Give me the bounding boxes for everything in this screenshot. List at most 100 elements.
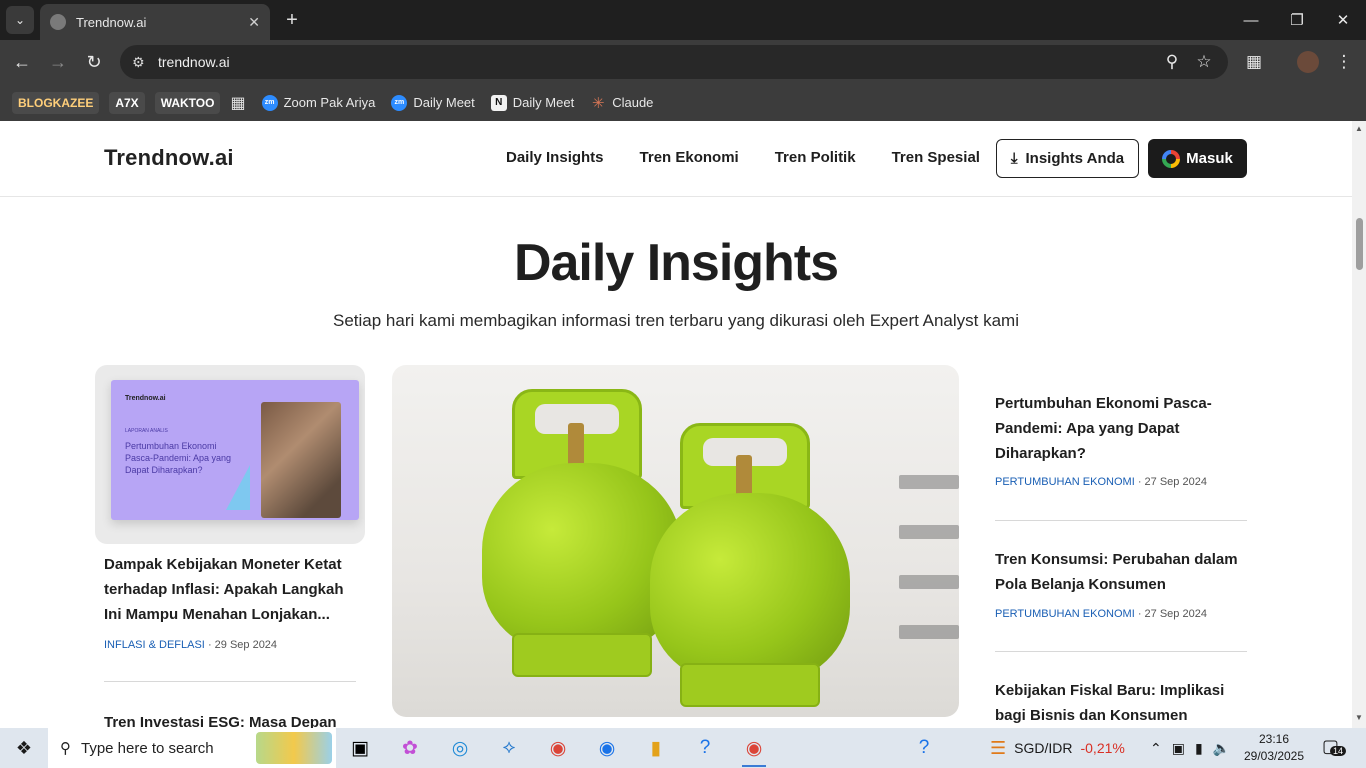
task-view-icon[interactable]: ▣ [340, 732, 380, 764]
bookmark-a7x[interactable]: A7X [109, 91, 145, 114]
bookmark-daily-meet-notion[interactable]: N Daily Meet [490, 94, 575, 111]
article-meta: INFLASI & DEFLASI · 29 Sep 2024 [104, 639, 277, 651]
bookmark-claude[interactable]: ✳ Claude [590, 94, 654, 112]
taskbar-search-placeholder: Type here to search [81, 739, 214, 757]
volume-icon[interactable]: 🔈 [1213, 740, 1230, 757]
bookmark-label: Claude [612, 95, 654, 110]
tab-search-chevron-icon[interactable]: ⌄ [6, 6, 34, 34]
article-title[interactable]: Dampak Kebijakan Moneter Ketat terhadap … [104, 552, 356, 627]
bookmarks-bar: BLOGKAZEE A7X WAKTOO ▦ zm Zoom Pak Ariya… [0, 84, 1366, 121]
divider [104, 681, 356, 682]
page-subtitle: Setiap hari kami membagikan informasi tr… [333, 311, 1019, 330]
featured-article-image[interactable] [392, 365, 959, 717]
nav-daily-insights[interactable]: Daily Insights [506, 149, 604, 166]
help-icon[interactable]: ? [685, 732, 725, 764]
bookmark-zoom-pak-ariya[interactable]: zm Zoom Pak Ariya [261, 94, 376, 111]
scroll-up-arrow-icon[interactable]: ▲ [1355, 124, 1363, 133]
bookmark-blogkazee[interactable]: BLOGKAZEE [12, 91, 100, 114]
reload-icon[interactable]: ↻ [80, 48, 108, 76]
article-title[interactable]: Kebijakan Fiskal Baru: Implikasi bagi Bi… [995, 678, 1247, 728]
nav-tren-spesial[interactable]: Tren Spesial [892, 149, 980, 166]
article-thumbnail[interactable]: Trendnow.ai LAPORAN ANALIS Pertumbuhan E… [95, 365, 365, 544]
tray-chevron-up-icon[interactable]: ⌃ [1150, 740, 1162, 757]
url-text[interactable]: trendnow.ai [158, 54, 230, 70]
copilot-icon[interactable]: ✿ [390, 732, 430, 764]
thumbnail-kicker: LAPORAN ANALIS [125, 428, 168, 434]
article-category[interactable]: PERTUMBUHAN EKONOMI [995, 476, 1135, 488]
taskbar-search[interactable]: ⚲ Type here to search [48, 728, 336, 768]
profile-avatar[interactable] [1294, 48, 1322, 76]
windows-start-icon[interactable]: ❖ [0, 728, 48, 768]
minimize-icon[interactable]: — [1228, 0, 1274, 40]
help-tray-icon[interactable]: ? [904, 732, 944, 764]
background-shelf [899, 625, 959, 639]
divider [995, 651, 1247, 652]
search-icon: ⚲ [60, 740, 71, 757]
clock-time: 23:16 [1258, 732, 1290, 746]
thumbnail-cover: Trendnow.ai LAPORAN ANALIS Pertumbuhan E… [111, 380, 359, 520]
maps-pin-icon[interactable]: ◉ [587, 732, 627, 764]
site-settings-icon[interactable]: ⚙ [132, 54, 156, 71]
browser-toolbar: ← → ↻ ⚙ trendnow.ai ⚲ ☆ ▦ ⋮ [0, 40, 1366, 84]
apps-grid-icon[interactable]: ▦ [230, 93, 245, 113]
background-shelf [899, 475, 959, 489]
background-shelf [899, 575, 959, 589]
main-nav: Daily Insights Tren Ekonomi Tren Politik… [506, 149, 980, 166]
background-shelf [899, 525, 959, 539]
nav-tren-politik[interactable]: Tren Politik [775, 149, 856, 166]
claude-icon: ✳ [591, 94, 605, 112]
windows-taskbar: ❖ ⚲ Type here to search ▣ ✿ ◎ ⟡ ◉ ◉ ▮ ? … [0, 728, 1366, 768]
download-icon: ⤓ [1010, 150, 1018, 167]
bookmark-daily-meet-zoom[interactable]: zm Daily Meet [391, 94, 475, 111]
article-meta: PERTUMBUHAN EKONOMI · 27 Sep 2024 [995, 608, 1207, 620]
browser-menu-icon[interactable]: ⋮ [1330, 48, 1358, 76]
article-category[interactable]: INFLASI & DEFLASI [104, 639, 205, 651]
article-title[interactable]: Tren Investasi ESG: Masa Depan [104, 710, 356, 728]
article-category[interactable]: PERTUMBUHAN EKONOMI [995, 608, 1135, 620]
back-arrow-icon[interactable]: ← [8, 48, 36, 76]
notification-count-badge: 14 [1330, 746, 1347, 756]
notion-icon: N [490, 94, 507, 111]
scroll-down-arrow-icon[interactable]: ▼ [1355, 713, 1363, 722]
thumbnail-chart-shape [226, 465, 250, 510]
close-window-icon[interactable]: ✕ [1320, 0, 1366, 40]
browser-tab-bar: ⌄ Trendnow.ai ✕ + — ❐ ✕ [0, 0, 1366, 40]
zoom-icon: zm [261, 94, 278, 111]
forward-arrow-icon[interactable]: → [44, 48, 72, 76]
system-clock[interactable]: 23:16 29/03/2025 [1240, 731, 1308, 765]
bookmark-label: Zoom Pak Ariya [283, 95, 376, 110]
insights-anda-label: Insights Anda [1025, 150, 1125, 167]
chrome-icon[interactable]: ◉ [538, 732, 578, 764]
network-icon[interactable]: ▣ [1172, 740, 1185, 757]
bookmark-waktoo[interactable]: WAKTOO [154, 91, 221, 114]
login-google-button[interactable]: Masuk [1148, 139, 1247, 178]
bookmark-label: Daily Meet [512, 95, 575, 110]
article-date: · 27 Sep 2024 [1137, 608, 1207, 620]
edge-icon[interactable]: ◎ [440, 732, 480, 764]
battery-icon[interactable]: ▮ [1195, 740, 1203, 757]
file-explorer-icon[interactable]: ▮ [636, 732, 676, 764]
extensions-puzzle-icon[interactable]: ▦ [1240, 48, 1268, 76]
restore-icon[interactable]: ❐ [1274, 0, 1320, 40]
thumbnail-photo [261, 402, 341, 518]
browser-tab[interactable]: Trendnow.ai ✕ [40, 4, 270, 40]
site-logo[interactable]: Trendnow.ai [104, 145, 234, 171]
chrome-active-icon[interactable]: ◉ [734, 732, 774, 767]
currency-widget[interactable]: ☰ SGD/IDR -0,21% [990, 728, 1125, 768]
article-date: · 27 Sep 2024 [1137, 476, 1207, 488]
tab-title: Trendnow.ai [76, 14, 147, 30]
bookmark-star-icon[interactable]: ☆ [1190, 48, 1218, 76]
zoom-magnifier-icon[interactable]: ⚲ [1158, 48, 1186, 76]
new-tab-plus-icon[interactable]: + [280, 8, 304, 32]
nav-tren-ekonomi[interactable]: Tren Ekonomi [640, 149, 739, 166]
scrollbar-thumb[interactable] [1356, 218, 1363, 270]
close-tab-icon[interactable]: ✕ [248, 14, 260, 31]
article-title[interactable]: Tren Konsumsi: Perubahan dalam Pola Bela… [995, 547, 1247, 597]
thumbnail-logo: Trendnow.ai [125, 395, 166, 402]
insights-anda-button[interactable]: ⤓ Insights Anda [996, 139, 1139, 178]
vscode-icon[interactable]: ⟡ [489, 732, 529, 764]
address-bar[interactable]: ⚙ trendnow.ai [120, 45, 1228, 79]
page-scrollbar[interactable]: ▲ ▼ [1352, 121, 1366, 728]
system-tray: ⌃ ▣ ▮ 🔈 [1150, 728, 1230, 768]
article-title[interactable]: Pertumbuhan Ekonomi Pasca-Pandemi: Apa y… [995, 391, 1247, 466]
